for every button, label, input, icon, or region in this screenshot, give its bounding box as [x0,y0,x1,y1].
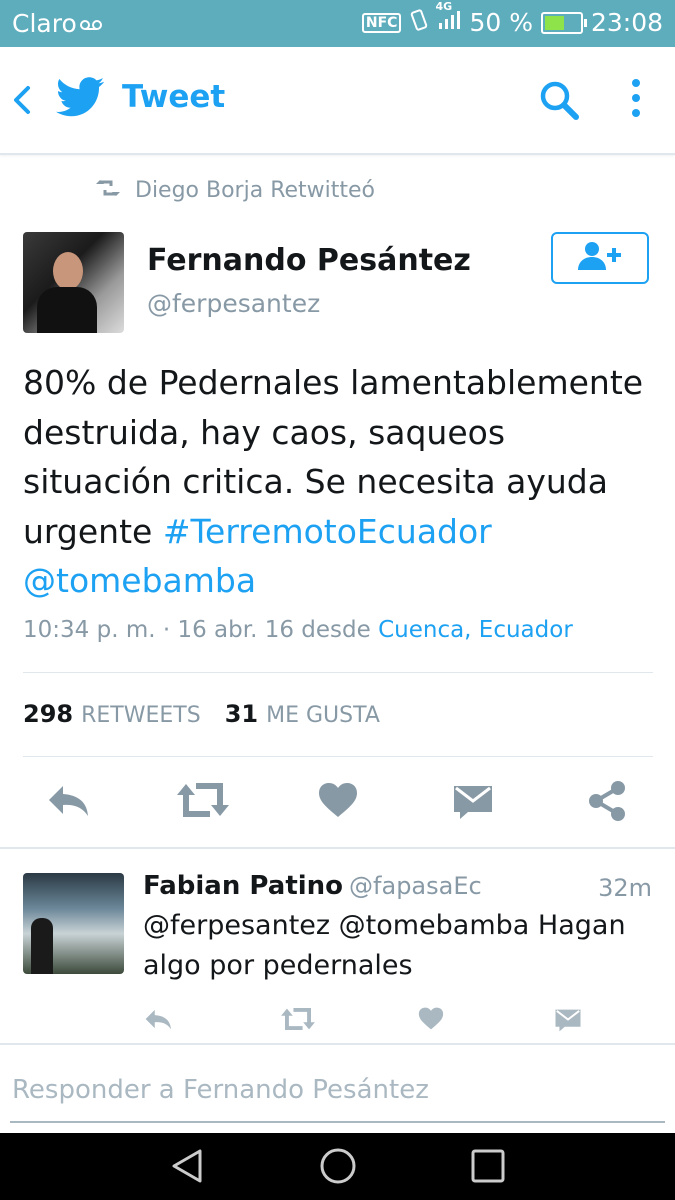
reply-author-handle[interactable]: @fapasaEc [349,872,482,900]
reply-composer [0,1043,675,1135]
retweeted-by-label: Diego Borja Retwitteó [135,178,376,203]
author-avatar[interactable] [23,232,124,333]
carrier-name: Claro [12,9,77,38]
like-icon[interactable] [418,1007,444,1034]
tweet-timestamp: 10:34 p. m. · 16 abr. 16 [23,617,294,643]
divider [23,756,653,757]
retweet-action-icon[interactable] [280,1006,316,1036]
reply-text: @ferpesantez @tomebamba Hagan algo por p… [143,910,626,981]
tweet-meta: 10:34 p. m. · 16 abr. 16 desde Cuenca, E… [23,617,573,643]
clock: 23:08 [590,8,663,37]
likes-count[interactable]: 31 [225,700,258,728]
home-nav-icon[interactable] [319,1147,357,1189]
share-icon[interactable] [587,780,627,826]
vibrate-icon [409,8,429,37]
retweet-action-icon[interactable] [176,780,230,824]
back-chevron-icon[interactable] [10,84,34,120]
hashtag-link[interactable]: #TerremotoEcuador [163,512,492,551]
system-nav-bar [0,1133,675,1200]
engagement-counts: 298 RETWEETS 31 ME GUSTA [23,700,404,728]
reply-author-name[interactable]: Fabian Patino [143,871,343,901]
search-icon[interactable] [538,79,580,125]
signal-icon: 4G [435,0,461,37]
add-user-icon [576,240,624,276]
retweets-label[interactable]: RETWEETS [81,703,201,728]
reply-avatar[interactable] [23,873,124,974]
nfc-icon: NFC [361,12,402,33]
message-icon[interactable] [452,782,494,824]
retweet-icon [95,178,121,203]
retweets-count[interactable]: 298 [23,700,73,728]
more-vert-icon[interactable] [630,77,642,123]
status-bar: Claro NFC 4G 50 % 23:08 [0,0,675,47]
reply-timestamp: 32m [598,874,652,902]
input-underline [10,1121,665,1123]
likes-label[interactable]: ME GUSTA [266,703,380,728]
message-icon[interactable] [554,1007,582,1036]
like-icon[interactable] [318,782,358,822]
reply-header[interactable]: Fabian Patino @fapasaEc [143,871,482,901]
app-bar: Tweet [0,47,675,155]
recents-nav-icon[interactable] [470,1147,506,1189]
reply-input[interactable] [10,1067,664,1113]
battery-icon [540,11,587,34]
tweet-text: 80% de Pedernales lamentablemente destru… [23,358,653,606]
divider [0,847,675,849]
reply-icon[interactable] [45,780,91,824]
back-nav-icon[interactable] [170,1147,206,1189]
follow-button[interactable] [551,232,649,284]
divider [23,672,653,673]
location-link[interactable]: Cuenca, Ecuador [378,617,573,643]
voicemail-icon [80,15,102,36]
mention-link[interactable]: @tomebamba [23,561,256,600]
retweeted-by[interactable]: Diego Borja Retwitteó [95,178,375,203]
author-handle[interactable]: @ferpesantez [147,289,320,318]
page-title: Tweet [122,79,226,115]
twitter-bird-icon [56,77,104,121]
reply-icon[interactable] [143,1006,173,1036]
author-name[interactable]: Fernando Pesántez [147,243,471,278]
source-prefix: desde [301,617,371,643]
battery-percent: 50 % [469,8,533,37]
